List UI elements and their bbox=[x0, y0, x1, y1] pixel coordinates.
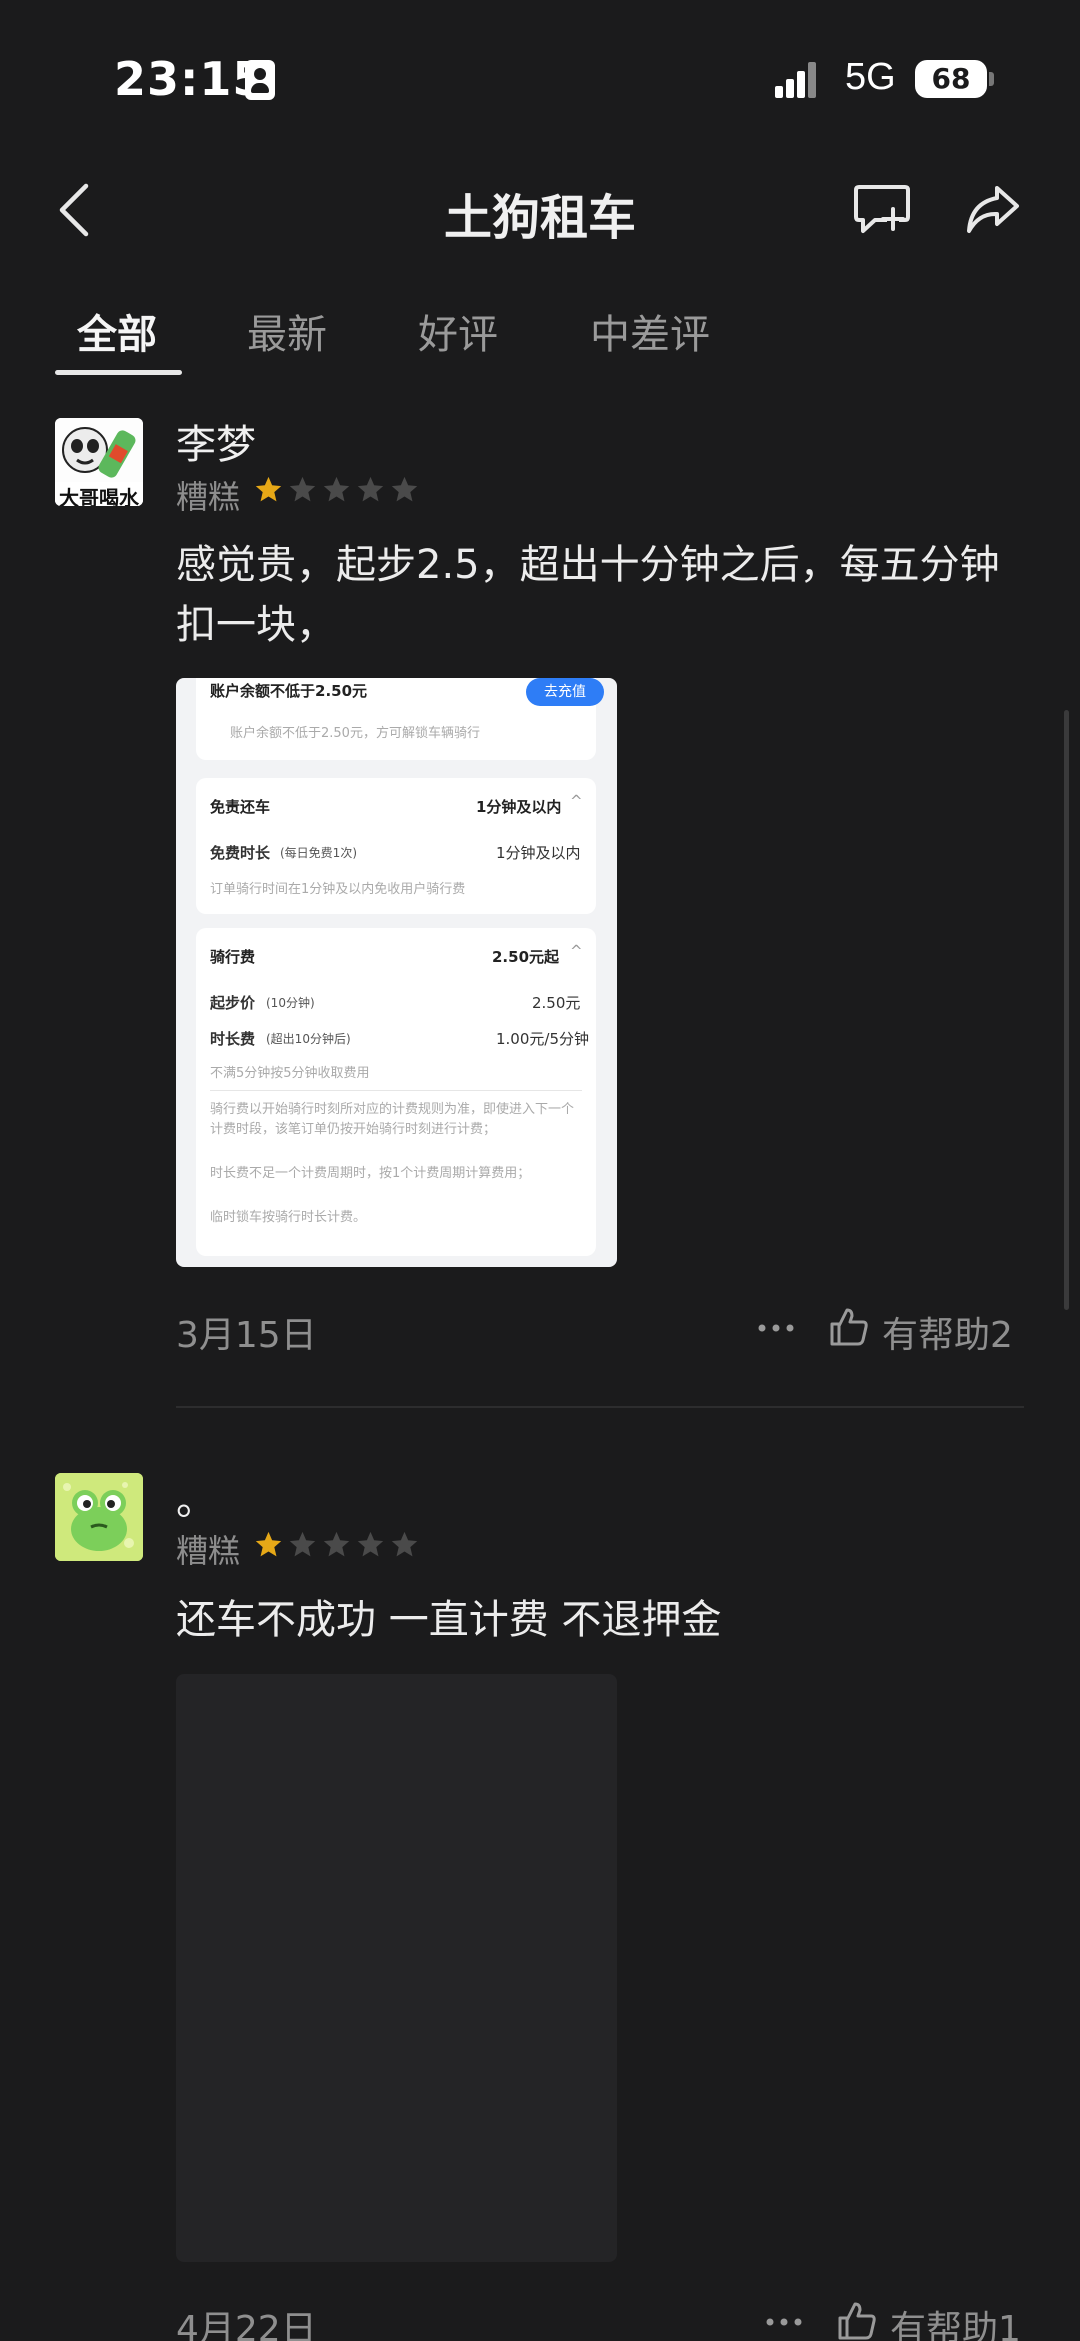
review-image[interactable] bbox=[176, 1674, 617, 2262]
star-empty-icon bbox=[357, 1531, 384, 1557]
shot-free-time-label: 免费时长 bbox=[210, 844, 271, 862]
star-filled-icon bbox=[255, 1531, 282, 1557]
review-divider bbox=[176, 1406, 1024, 1408]
battery-tip bbox=[989, 72, 994, 86]
network-label: 5G bbox=[845, 56, 896, 98]
signal-icon bbox=[775, 62, 816, 98]
thumbs-up-icon[interactable] bbox=[828, 1306, 870, 1348]
shot-duration-fee-note: (超出10分钟后) bbox=[266, 1032, 351, 1046]
helpful-button[interactable]: 有帮助2 bbox=[882, 1306, 1013, 1358]
tab-negative[interactable]: 中差评 bbox=[590, 302, 710, 360]
shot-bullet-2: 时长费不足一个计费周期时，按1个计费周期计算费用； bbox=[210, 1166, 531, 1181]
star-empty-icon bbox=[289, 1531, 316, 1557]
shot-start-price-note: (10分钟) bbox=[266, 996, 315, 1010]
shot-bullet-1: 骑行费以开始骑行时刻所对应的计费规则为准，即使进入下一个计费时段，该笔订单仍按开… bbox=[210, 1102, 575, 1137]
contact-card-icon bbox=[245, 60, 275, 100]
tab-positive[interactable]: 好评 bbox=[418, 302, 498, 360]
star-rating bbox=[254, 475, 419, 504]
shot-start-price-value: 2.50元 bbox=[532, 994, 581, 1012]
review-username: 。 bbox=[176, 1478, 216, 1524]
more-options-icon[interactable] bbox=[756, 1323, 796, 1333]
shot-free-return-value: 1分钟及以内 bbox=[476, 798, 562, 816]
star-empty-icon bbox=[391, 1531, 418, 1557]
back-arrow-icon[interactable] bbox=[56, 180, 92, 240]
shot-divider bbox=[210, 1090, 582, 1091]
shot-balance-label: 账户余额不低于2.50元 bbox=[210, 682, 368, 700]
write-comment-icon[interactable] bbox=[853, 183, 911, 237]
tab-latest[interactable]: 最新 bbox=[247, 302, 327, 360]
review-date: 4月22日 bbox=[176, 2309, 317, 2341]
star-empty-icon bbox=[323, 476, 350, 502]
review-username: 李梦 bbox=[176, 422, 256, 468]
shot-balance-note: 账户余额不低于2.50元，方可解锁车辆骑行 bbox=[230, 726, 480, 741]
shot-start-price-label: 起步价 bbox=[210, 994, 256, 1012]
battery-indicator: 68 bbox=[915, 60, 987, 98]
review-text-line1: 感觉贵，起步2.5，超出十分钟之后，每五分钟 bbox=[176, 542, 1000, 588]
star-empty-icon bbox=[357, 476, 384, 502]
star-empty-icon bbox=[323, 1531, 350, 1557]
shot-chevron-up-icon: ^ bbox=[570, 942, 583, 960]
star-filled-icon bbox=[255, 476, 282, 502]
scrollbar[interactable] bbox=[1064, 710, 1069, 1310]
shot-free-time-value: 1分钟及以内 bbox=[496, 844, 581, 862]
more-options-icon[interactable] bbox=[764, 2317, 804, 2327]
shot-duration-fee-label: 时长费 bbox=[210, 1030, 256, 1048]
shot-free-return-label: 免责还车 bbox=[210, 798, 271, 816]
status-time: 23:15 bbox=[114, 52, 266, 106]
rating-label: 糟糕 bbox=[176, 1532, 241, 1570]
star-empty-icon bbox=[391, 476, 418, 502]
review-image[interactable]: 账户余额不低于2.50元 去充值 账户余额不低于2.50元，方可解锁车辆骑行 免… bbox=[176, 678, 617, 1267]
shot-free-time-note: (每日免费1次) bbox=[280, 846, 357, 860]
share-icon[interactable] bbox=[965, 183, 1021, 235]
shot-chevron-up-icon: ^ bbox=[570, 792, 583, 810]
review-text-line2: 扣一块， bbox=[176, 602, 336, 648]
tab-all[interactable]: 全部 bbox=[77, 302, 157, 360]
star-empty-icon bbox=[289, 476, 316, 502]
avatar[interactable] bbox=[55, 1473, 143, 1561]
page-title: 土狗租车 bbox=[443, 190, 636, 246]
avatar-caption: 大哥喝水 bbox=[55, 482, 143, 506]
review-date: 3月15日 bbox=[176, 1315, 317, 1356]
helpful-button[interactable]: 有帮助1 bbox=[890, 2300, 1021, 2341]
thumbs-up-icon[interactable] bbox=[836, 2300, 878, 2341]
recharge-button: 去充值 bbox=[526, 678, 604, 706]
shot-free-time-desc: 订单骑行时间在1分钟及以内免收用户骑行费 bbox=[210, 882, 466, 897]
shot-duration-fee-desc: 不满5分钟按5分钟收取费用 bbox=[210, 1066, 370, 1081]
rating-label: 糟糕 bbox=[176, 478, 241, 516]
star-rating bbox=[254, 1530, 419, 1559]
frog-avatar-icon bbox=[55, 1473, 143, 1561]
shot-duration-fee-value: 1.00元/5分钟 bbox=[496, 1030, 589, 1048]
shot-ride-fee-label: 骑行费 bbox=[210, 948, 256, 966]
avatar[interactable]: 大哥喝水 bbox=[55, 418, 143, 506]
review-text-line1: 还车不成功 一直计费 不退押金 bbox=[176, 1597, 722, 1643]
active-tab-indicator bbox=[55, 370, 182, 375]
shot-bullet-3: 临时锁车按骑行时长计费。 bbox=[210, 1210, 367, 1225]
shot-ride-fee-value: 2.50元起 bbox=[492, 948, 560, 966]
